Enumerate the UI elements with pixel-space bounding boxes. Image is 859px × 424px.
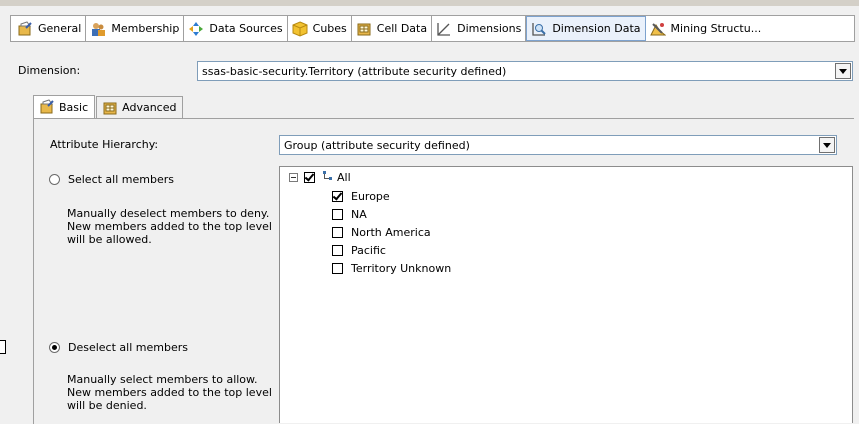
radio-label: Deselect all members <box>68 341 188 354</box>
tab-cubes[interactable]: Cubes <box>288 16 352 41</box>
cell-data-icon <box>356 21 372 37</box>
tab-dimension-data[interactable]: Dimension Data <box>526 16 646 41</box>
tab-label: Membership <box>111 22 180 35</box>
checkbox-north-america[interactable] <box>332 227 343 238</box>
tab-dimensions[interactable]: Dimensions <box>432 16 527 41</box>
radio-indicator[interactable] <box>49 174 60 185</box>
tree-item-europe[interactable]: Europe <box>332 190 390 203</box>
attribute-hierarchy-select[interactable]: Group (attribute security defined) <box>279 135 837 155</box>
tree-label: NA <box>351 208 367 221</box>
tab-cell-data[interactable]: Cell Data <box>352 16 433 41</box>
hierarchy-icon <box>323 171 333 184</box>
tab-data-sources[interactable]: Data Sources <box>184 16 288 41</box>
tab-advanced[interactable]: Advanced <box>96 96 184 118</box>
deselect-all-description: Manually select members to allow. New me… <box>67 373 272 412</box>
tree-root-all[interactable]: All <box>289 171 351 184</box>
select-all-description: Manually deselect members to deny. New m… <box>67 207 272 246</box>
subtab-bar: Basic Advanced <box>33 95 184 118</box>
dimensions-icon <box>436 21 452 37</box>
checkbox-all[interactable] <box>304 172 315 183</box>
chevron-down-icon[interactable] <box>819 137 835 153</box>
attribute-hierarchy-label: Attribute Hierarchy: <box>50 138 159 151</box>
select-all-members-radio[interactable]: Select all members <box>49 173 174 186</box>
tree-label: All <box>337 171 351 184</box>
tree-item-pacific[interactable]: Pacific <box>332 244 386 257</box>
window-top-edge <box>0 0 859 6</box>
checkbox-territory-unknown[interactable] <box>332 263 343 274</box>
collapse-icon[interactable] <box>289 173 298 182</box>
tab-label: Advanced <box>122 101 177 114</box>
tree-item-north-america[interactable]: North America <box>332 226 431 239</box>
tab-label: Dimensions <box>457 22 522 35</box>
deselect-all-members-radio[interactable]: Deselect all members <box>49 341 188 354</box>
dimension-select[interactable]: ssas-basic-security.Territory (attribute… <box>197 61 853 81</box>
chevron-down-icon[interactable] <box>835 63 851 79</box>
tab-basic[interactable]: Basic <box>33 95 96 118</box>
checkbox-pacific[interactable] <box>332 245 343 256</box>
role-designer-tab-bar: General Membership Data Sources Cubes Ce… <box>10 15 855 42</box>
tab-label: General <box>38 22 82 35</box>
cubes-icon <box>292 20 308 37</box>
tree-item-na[interactable]: NA <box>332 208 367 221</box>
tab-label: Cubes <box>312 22 347 35</box>
dimension-data-icon <box>531 21 547 37</box>
splitter-handle[interactable] <box>0 340 6 354</box>
data-sources-icon <box>188 21 204 37</box>
dimension-label: Dimension: <box>18 64 81 77</box>
mining-structures-icon <box>649 21 666 37</box>
tab-label: Basic <box>59 100 89 114</box>
basic-icon <box>39 99 55 115</box>
tab-label: Cell Data <box>376 22 428 35</box>
advanced-icon <box>102 100 118 116</box>
tab-label: Dimension Data <box>552 22 641 35</box>
tree-label: Territory Unknown <box>351 262 452 275</box>
tab-membership[interactable]: Membership <box>86 16 185 41</box>
general-icon <box>17 20 33 37</box>
tree-item-territory-unknown[interactable]: Territory Unknown <box>332 262 451 275</box>
tree-label: Europe <box>351 190 390 203</box>
tab-label: Mining Structu... <box>670 22 762 35</box>
attribute-hierarchy-value: Group (attribute security defined) <box>284 138 470 152</box>
tab-mining-structures[interactable]: Mining Structu... <box>646 16 766 41</box>
checkbox-na[interactable] <box>332 209 343 220</box>
member-tree[interactable]: All Europe NA North America Pacific Terr… <box>279 166 853 423</box>
radio-indicator[interactable] <box>49 342 60 353</box>
tree-label: North America <box>351 226 431 239</box>
membership-icon <box>90 21 106 37</box>
tree-label: Pacific <box>351 244 386 257</box>
radio-label: Select all members <box>68 173 174 186</box>
tab-label: Data Sources <box>209 22 283 35</box>
checkbox-europe[interactable] <box>332 191 343 202</box>
dimension-select-value: ssas-basic-security.Territory (attribute… <box>202 64 507 78</box>
tab-general[interactable]: General <box>11 16 87 41</box>
